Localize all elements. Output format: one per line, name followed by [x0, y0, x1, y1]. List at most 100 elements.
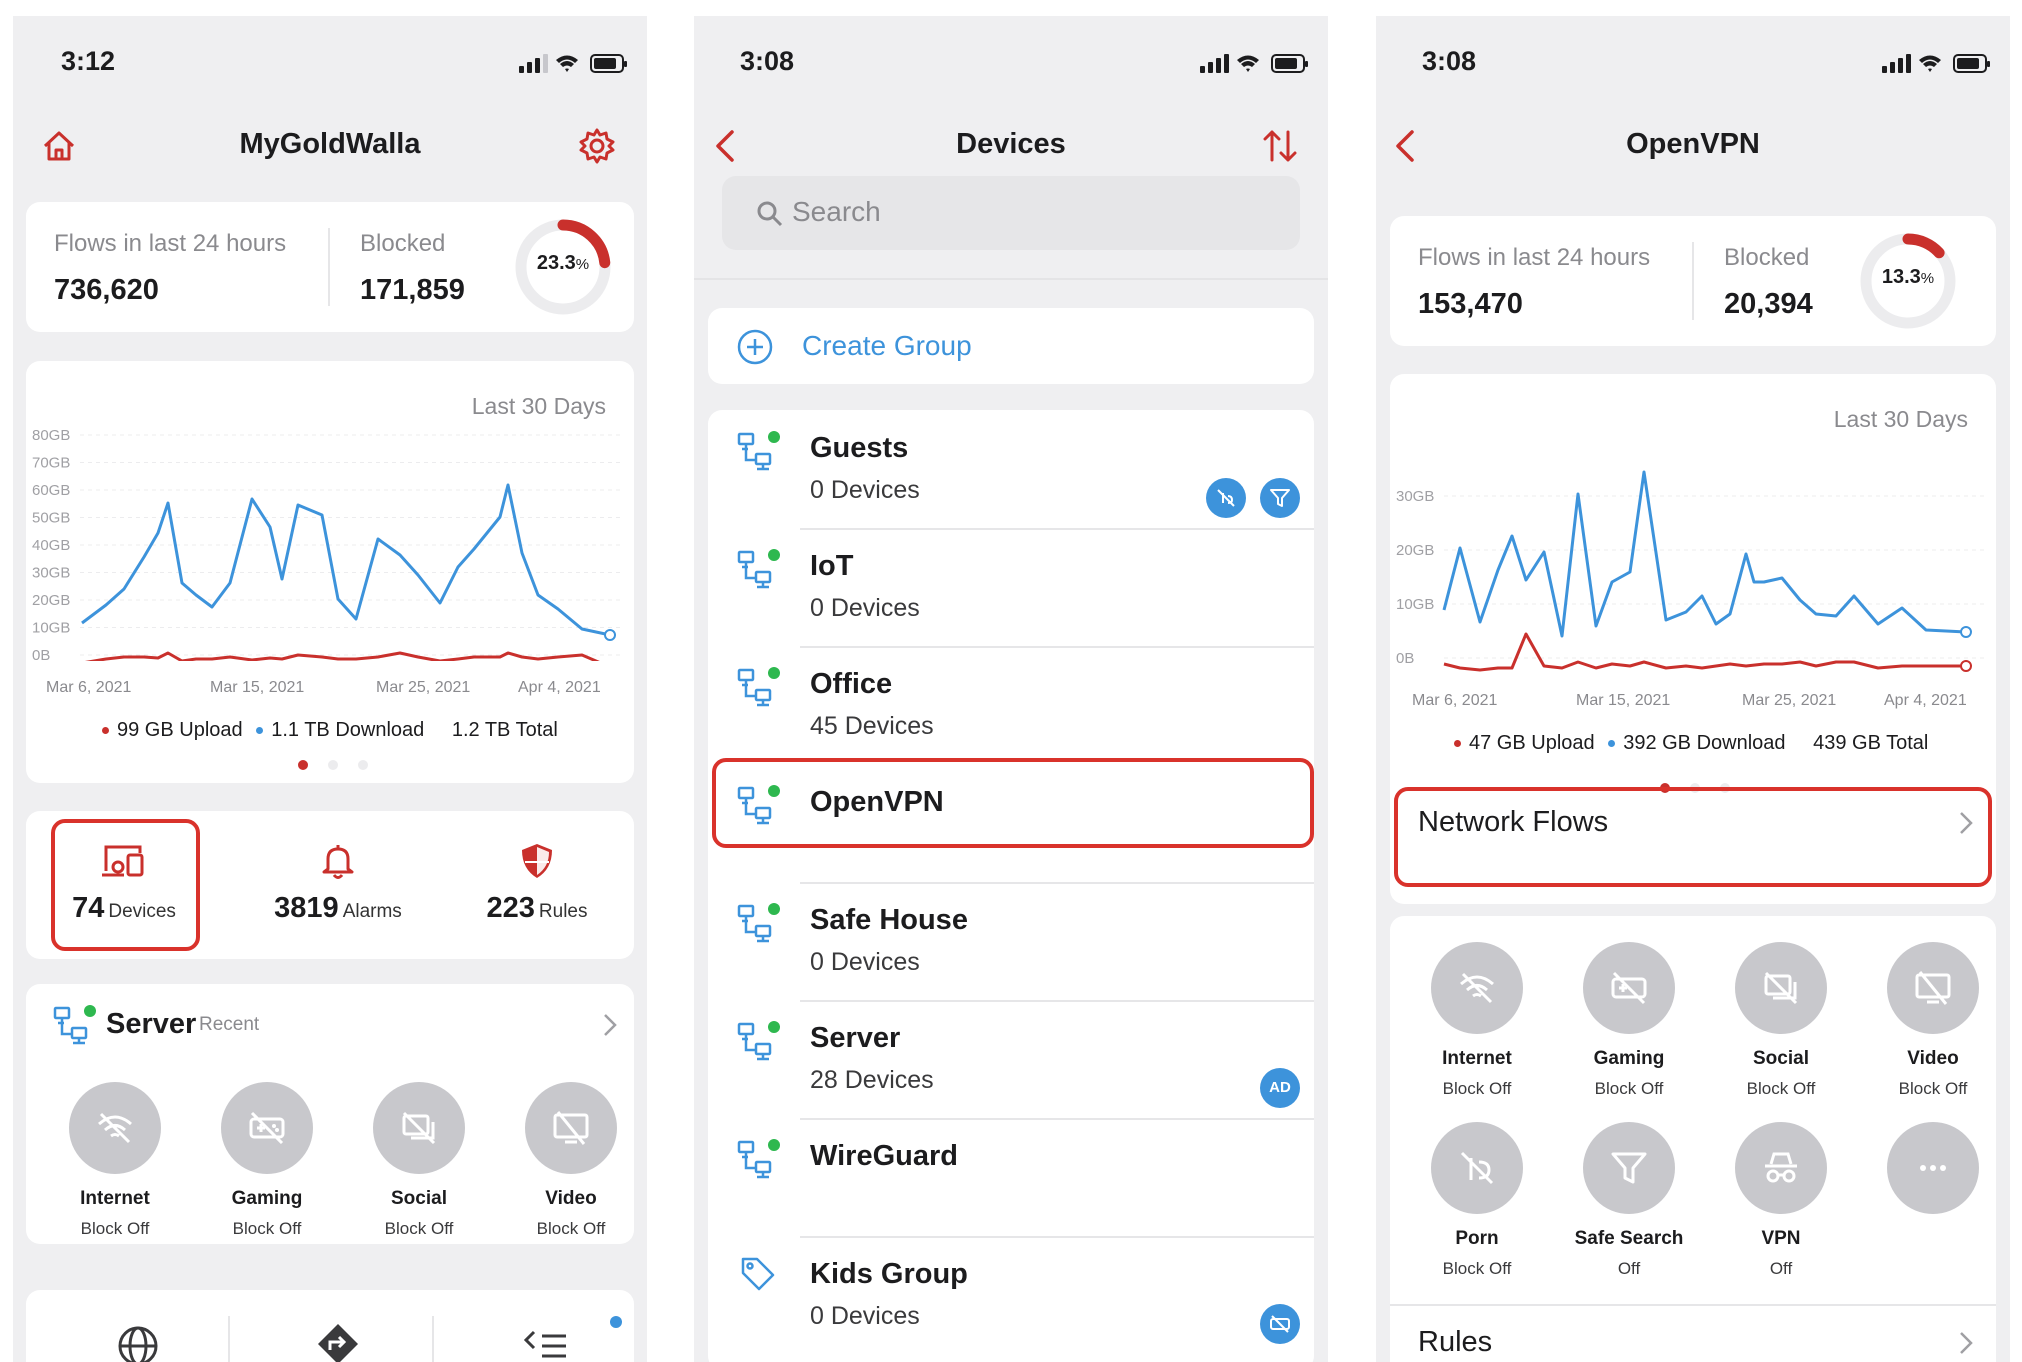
control-name: Video [1907, 1048, 1959, 1069]
alarms-stat[interactable]: 3819 Alarms [248, 841, 428, 925]
safe-search-button[interactable]: Safe Search Off [1554, 1122, 1704, 1279]
group-device-count: 0 Devices [810, 948, 920, 976]
devices-count: 74 [72, 892, 105, 924]
openvpn-highlight [712, 758, 1314, 848]
group-row-kids-group[interactable]: Kids Group 0 Devices [708, 1238, 1314, 1356]
search-icon [757, 201, 783, 227]
video-block-button[interactable]: Video Block Off [496, 1082, 646, 1239]
social-off-icon [402, 1111, 436, 1145]
group-name: Office [810, 668, 893, 700]
group-network-icon [737, 549, 780, 589]
traffic-chart-card[interactable]: Last 30 Days 80GB 70GB 60GB 50GB 40GB 30GB 20G… [26, 361, 634, 783]
group-row-wireguard[interactable]: WireGuard [708, 1120, 1314, 1238]
chevron-right-icon[interactable] [1958, 1330, 1974, 1356]
server-tag: Recent [199, 1014, 260, 1035]
control-state: Block Off [232, 1219, 302, 1238]
internet-block-button[interactable]: Internet Block Off [40, 1082, 190, 1239]
filter-badge [1260, 478, 1300, 518]
blocked-label: Blocked [1724, 244, 1810, 271]
more-button[interactable] [1858, 1122, 2008, 1214]
legend-total: 439 GB Total [1813, 732, 1929, 754]
porn-block-button[interactable]: Porn Block Off [1402, 1122, 1552, 1279]
chevron-right-icon[interactable] [602, 1012, 618, 1038]
y-tick: 40GB [32, 537, 70, 554]
group-row-guests[interactable]: Guests 0 Devices [708, 412, 1314, 530]
group-device-count: 0 Devices [810, 594, 920, 622]
x-tick: Mar 25, 2021 [1742, 692, 1837, 709]
control-name: Social [391, 1188, 447, 1209]
shield-icon [522, 844, 552, 878]
group-name: Guests [810, 432, 909, 464]
control-name: Internet [1442, 1048, 1512, 1069]
y-tick: 20GB [32, 592, 70, 609]
group-network-icon [737, 667, 780, 707]
divider [328, 228, 330, 306]
group-network-icon [737, 1139, 780, 1179]
group-name: Server [810, 1022, 901, 1054]
stats-card: 74 Devices 3819 Alarms 223 Rules [26, 811, 634, 959]
group-row-iot[interactable]: IoT 0 Devices [708, 530, 1314, 648]
globe-icon[interactable] [116, 1324, 160, 1362]
gear-icon[interactable] [577, 126, 617, 171]
gaming-block-button[interactable]: Gaming Block Off [1554, 942, 1704, 1099]
porn-block-badge [1206, 478, 1246, 518]
sort-icon[interactable] [1262, 126, 1298, 171]
status-bar: 3:12 [13, 16, 647, 108]
screen-openvpn: 3:08 OpenVPN Flows in last 24 hours 153,… [1376, 16, 2010, 1362]
vpn-button[interactable]: VPN Off [1706, 1122, 1856, 1279]
create-group-button[interactable]: Create Group [708, 308, 1314, 384]
x-tick: Mar 25, 2021 [376, 679, 471, 696]
page-title: MyGoldWalla [239, 128, 421, 160]
video-block-button[interactable]: Video Block Off [1858, 942, 2008, 1099]
status-icons [519, 52, 629, 79]
control-state: Off [1617, 1259, 1641, 1278]
route-icon[interactable] [314, 1320, 362, 1362]
rules-row-label[interactable]: Rules [1418, 1326, 1492, 1359]
group-row-safe-house[interactable]: Safe House 0 Devices [708, 884, 1314, 1002]
control-name: Internet [80, 1188, 150, 1209]
group-row-office[interactable]: Office 45 Devices [708, 648, 1314, 766]
control-state: Block Off [1442, 1079, 1512, 1098]
control-name: Social [1753, 1048, 1809, 1069]
social-block-button[interactable]: Social Block Off [344, 1082, 494, 1239]
y-tick: 50GB [32, 510, 70, 527]
blocked-percent: 23.3 [536, 252, 576, 274]
control-state: Block Off [536, 1219, 606, 1238]
video-off-icon [553, 1111, 589, 1145]
list-icon[interactable] [522, 1324, 570, 1362]
group-name: IoT [810, 550, 854, 582]
y-tick: 30GB [32, 565, 70, 582]
control-name: Porn [1455, 1228, 1499, 1249]
legend-upload: 47 GB Upload [1469, 732, 1595, 754]
create-group-label: Create Group [802, 330, 972, 361]
rules-count: 223 [486, 892, 535, 924]
flows-label: Flows in last 24 hours [54, 230, 287, 257]
rules-stat[interactable]: 223 Rules [462, 841, 612, 925]
x-tick: Apr 4, 2021 [1884, 692, 1967, 709]
flows-summary-card[interactable]: Flows in last 24 hours 153,470 Blocked 2… [1390, 216, 1996, 346]
legend-download: 392 GB Download [1623, 732, 1786, 754]
blocked-label: Blocked [360, 230, 446, 257]
tag-icon [741, 1257, 775, 1291]
blocked-value: 171,859 [360, 274, 465, 306]
nav-bar: OpenVPN [1376, 108, 2010, 190]
devices-stat[interactable]: 74 Devices [54, 841, 194, 925]
server-group-card[interactable]: Server Recent Internet Block Off Gaming … [26, 984, 634, 1244]
search-input[interactable]: Search [722, 176, 1300, 250]
internet-block-button[interactable]: Internet Block Off [1402, 942, 1552, 1099]
rules-label: Rules [538, 901, 588, 922]
group-device-count: 45 Devices [810, 712, 934, 740]
flows-summary-card[interactable]: Flows in last 24 hours 736,620 Blocked 1… [26, 202, 634, 332]
x-tick: Mar 6, 2021 [1412, 692, 1498, 709]
page-indicator[interactable] [298, 757, 388, 775]
blocked-percent: 13.3 [1881, 266, 1921, 288]
group-row-server[interactable]: Server 28 Devices AD [708, 1002, 1314, 1120]
gaming-block-button[interactable]: Gaming Block Off [192, 1082, 342, 1239]
social-block-button[interactable]: Social Block Off [1706, 942, 1856, 1099]
y-tick: 0B [32, 647, 50, 661]
screen-home: 3:12 MyGoldWalla Flows in last 24 hours … [13, 16, 647, 1362]
group-name: WireGuard [810, 1140, 958, 1172]
nav-bar: MyGoldWalla [13, 108, 647, 190]
search-placeholder: Search [792, 196, 881, 227]
policy-controls-card: Internet Block Off Gaming Block Off Soci… [1390, 916, 1996, 1362]
